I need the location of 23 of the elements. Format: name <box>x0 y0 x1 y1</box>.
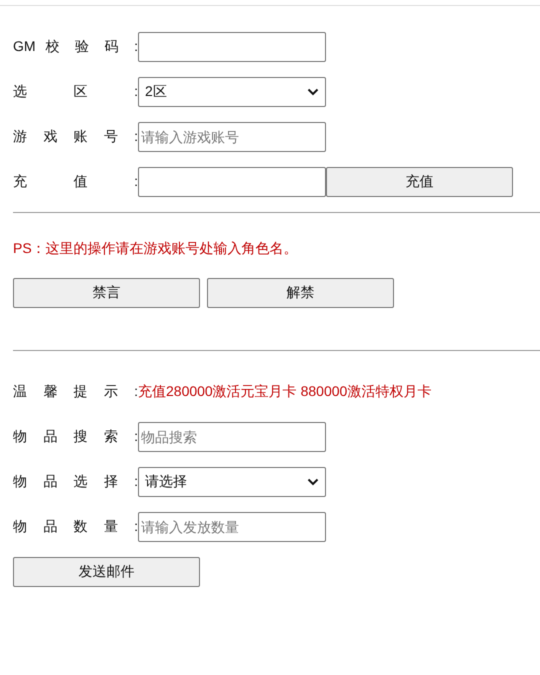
input-field[interactable]: 请输入发放数量 <box>138 512 326 542</box>
field-label: 充 值 : <box>13 173 138 191</box>
input-field[interactable] <box>138 167 326 197</box>
field-label: 物 品 选 择 : <box>13 473 138 491</box>
chevron-down-icon <box>307 478 319 486</box>
field-label: 温 馨 提 示 : <box>13 383 138 401</box>
hint-text: 充值280000激活元宝月卡 880000激活特权月卡 <box>138 383 432 401</box>
field-label: 物 品 数 量 : <box>13 518 138 536</box>
field-label: 选 区 : <box>13 83 138 101</box>
select-field[interactable]: 2区 <box>138 77 326 107</box>
field-label: GM 校 验 码 : <box>13 38 138 56</box>
submit-button[interactable]: 充值 <box>326 167 513 197</box>
select-field[interactable]: 请选择 <box>138 467 326 497</box>
field-label: 游 戏 账 号 : <box>13 128 138 146</box>
notice-text: PS：这里的操作请在游戏账号处输入角色名。 <box>13 239 299 257</box>
chevron-down-icon <box>307 88 319 96</box>
action-button[interactable]: 解禁 <box>207 278 394 308</box>
input-field[interactable]: 请输入游戏账号 <box>138 122 326 152</box>
input-field[interactable]: 物品搜索 <box>138 422 326 452</box>
input-field[interactable] <box>138 32 326 62</box>
action-button[interactable]: 发送邮件 <box>13 557 200 587</box>
action-button[interactable]: 禁言 <box>13 278 200 308</box>
field-label: 物 品 搜 索 : <box>13 428 138 446</box>
